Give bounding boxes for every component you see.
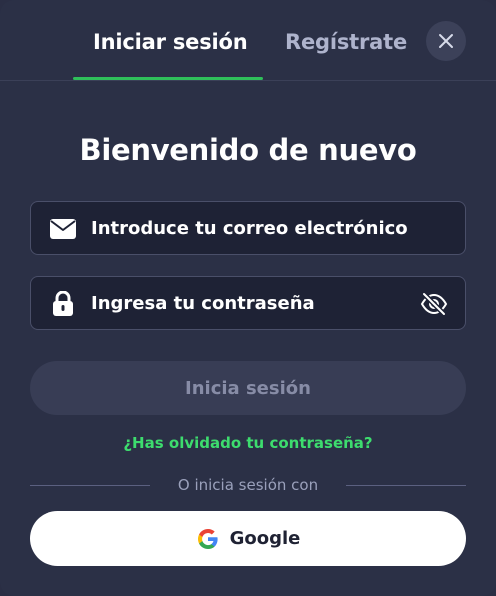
password-input[interactable] (91, 277, 411, 329)
lock-icon (49, 290, 77, 318)
google-login-button[interactable]: Google (30, 511, 466, 566)
divider-line-right (346, 485, 466, 486)
login-submit-button[interactable]: Inicia sesión (30, 361, 466, 415)
email-input[interactable] (91, 202, 411, 254)
eye-slash-icon (420, 292, 448, 316)
tab-register[interactable]: Regístrate (285, 30, 407, 54)
forgot-password-link[interactable]: ¿Has olvidado tu contraseña? (0, 434, 496, 452)
auth-tabs: Iniciar sesión Regístrate (0, 0, 496, 81)
google-button-label: Google (229, 528, 301, 549)
envelope-icon (49, 215, 77, 243)
email-field[interactable] (30, 201, 466, 255)
toggle-password-visibility[interactable] (419, 289, 449, 319)
password-field[interactable] (30, 276, 466, 330)
close-icon (439, 34, 453, 48)
active-tab-indicator (73, 77, 263, 80)
google-icon (197, 528, 218, 549)
divider: O inicia sesión con (30, 476, 466, 496)
login-modal: Iniciar sesión Regístrate Bienvenido de … (0, 0, 496, 596)
tab-login[interactable]: Iniciar sesión (93, 30, 248, 54)
close-button[interactable] (426, 21, 466, 61)
page-title: Bienvenido de nuevo (79, 133, 417, 167)
